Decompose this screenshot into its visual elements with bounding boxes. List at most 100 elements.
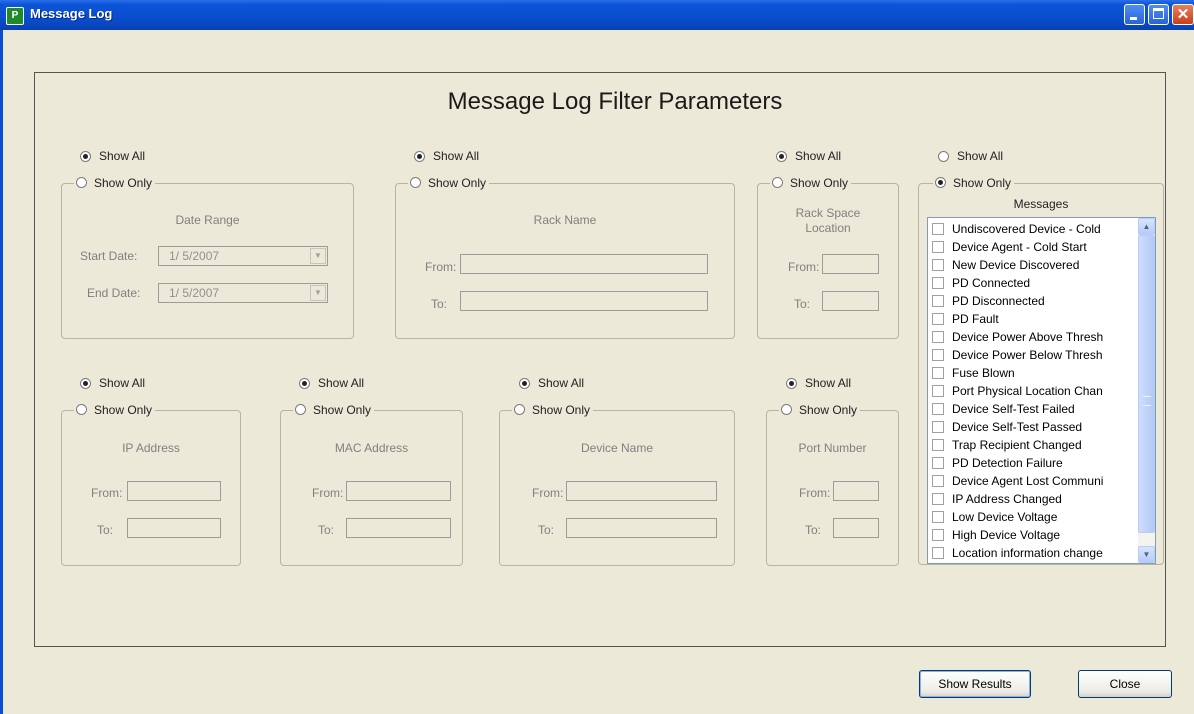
ip-show-only-radio[interactable] — [76, 404, 87, 415]
ip-address-title: IP Address — [122, 441, 180, 455]
rack-name-show-only-option[interactable]: Show Only — [408, 176, 490, 192]
port-from-input[interactable] — [833, 481, 879, 501]
checkbox[interactable] — [932, 421, 944, 433]
messages-show-all-radio[interactable] — [938, 151, 949, 162]
messages-show-only-option[interactable]: Show Only — [933, 176, 1015, 192]
list-item[interactable]: Port Physical Location Chan — [932, 382, 1138, 400]
rack-name-to-input[interactable] — [460, 291, 708, 311]
rack-space-to-input[interactable] — [822, 291, 879, 311]
list-item[interactable]: Fuse Blown — [932, 364, 1138, 382]
messages-checklist[interactable]: Undiscovered Device - Cold Device Agent -… — [927, 217, 1156, 564]
list-item[interactable]: New Device Discovered — [932, 256, 1138, 274]
checkbox[interactable] — [932, 331, 944, 343]
list-item[interactable]: PD Connected — [932, 274, 1138, 292]
mac-show-all-label: Show All — [318, 376, 365, 390]
checkbox[interactable] — [932, 367, 944, 379]
mac-show-only-option[interactable]: Show Only — [293, 403, 375, 419]
rack-space-show-only-radio[interactable] — [772, 177, 783, 188]
title-bar[interactable]: P Message Log ✕ — [0, 0, 1194, 30]
checkbox[interactable] — [932, 475, 944, 487]
list-item[interactable]: PD Detection Failure — [932, 454, 1138, 472]
ip-show-all-radio[interactable] — [80, 378, 91, 389]
checkbox[interactable] — [932, 529, 944, 541]
rack-space-show-all-radio[interactable] — [776, 151, 787, 162]
device-name-from-input[interactable] — [566, 481, 717, 501]
checkbox[interactable] — [932, 277, 944, 289]
mac-show-only-radio[interactable] — [295, 404, 306, 415]
close-window-button[interactable]: ✕ — [1172, 4, 1194, 25]
rack-space-show-only-option[interactable]: Show Only — [770, 176, 852, 192]
date-show-only-option[interactable]: Show Only — [74, 176, 156, 192]
list-item[interactable]: Device Self-Test Passed — [932, 418, 1138, 436]
port-show-only-radio[interactable] — [781, 404, 792, 415]
checkbox[interactable] — [932, 313, 944, 325]
list-item[interactable]: Device Power Below Thresh — [932, 346, 1138, 364]
checkbox[interactable] — [932, 259, 944, 271]
checkbox[interactable] — [932, 547, 944, 559]
start-date-label: Start Date: — [80, 249, 138, 263]
list-item[interactable]: Undiscovered Device - Cold — [932, 220, 1138, 238]
port-show-only-option[interactable]: Show Only — [779, 403, 861, 419]
messages-scrollbar[interactable]: ▲ ▼ — [1138, 218, 1155, 563]
list-item-label: Port Physical Location Chan — [952, 384, 1103, 398]
end-date-picker[interactable]: 1/ 5/2007 ▼ — [158, 283, 328, 303]
messages-show-only-radio[interactable] — [935, 177, 946, 188]
rack-space-from-input[interactable] — [822, 254, 879, 274]
list-item[interactable]: Location information change — [932, 544, 1138, 562]
start-date-picker[interactable]: 1/ 5/2007 ▼ — [158, 246, 328, 266]
checkbox[interactable] — [932, 511, 944, 523]
checkbox[interactable] — [932, 439, 944, 451]
device-name-show-all-radio[interactable] — [519, 378, 530, 389]
scroll-up-icon[interactable]: ▲ — [1138, 218, 1155, 235]
checkbox[interactable] — [932, 241, 944, 253]
device-name-to-input[interactable] — [566, 518, 717, 538]
date-show-all-radio[interactable] — [80, 151, 91, 162]
ip-from-input[interactable] — [127, 481, 221, 501]
list-item-label: Location information change — [952, 546, 1103, 560]
device-name-show-only-option[interactable]: Show Only — [512, 403, 594, 419]
list-item[interactable]: PD Fault — [932, 310, 1138, 328]
close-button[interactable]: Close — [1078, 670, 1172, 698]
maximize-button[interactable] — [1148, 4, 1169, 25]
checkbox[interactable] — [932, 493, 944, 505]
rack-name-from-input[interactable] — [460, 254, 708, 274]
chevron-down-icon[interactable]: ▼ — [310, 285, 326, 301]
list-item[interactable]: Device Self-Test Failed — [932, 400, 1138, 418]
date-show-only-radio[interactable] — [76, 177, 87, 188]
mac-from-label: From: — [312, 486, 344, 500]
list-item[interactable]: PD Disconnected — [932, 292, 1138, 310]
minimize-button[interactable] — [1124, 4, 1145, 25]
scrollbar-thumb[interactable] — [1138, 235, 1155, 533]
list-item[interactable]: Device Agent Lost Communi — [932, 472, 1138, 490]
grip-icon — [1143, 396, 1151, 406]
device-name-show-only-radio[interactable] — [514, 404, 525, 415]
port-show-all-radio[interactable] — [786, 378, 797, 389]
rack-name-show-all-radio[interactable] — [414, 151, 425, 162]
checkbox[interactable] — [932, 385, 944, 397]
list-item-label: PD Fault — [952, 312, 999, 326]
checkbox[interactable] — [932, 403, 944, 415]
device-name-show-all-label: Show All — [538, 376, 585, 390]
list-item-label: New Device Discovered — [952, 258, 1080, 272]
mac-from-input[interactable] — [346, 481, 451, 501]
ip-to-input[interactable] — [127, 518, 221, 538]
list-item[interactable]: Trap Recipient Changed — [932, 436, 1138, 454]
list-item[interactable]: High Device Voltage — [932, 526, 1138, 544]
chevron-down-icon[interactable]: ▼ — [310, 248, 326, 264]
rack-name-show-only-radio[interactable] — [410, 177, 421, 188]
checkbox[interactable] — [932, 223, 944, 235]
list-item[interactable]: Low Device Voltage — [932, 508, 1138, 526]
scroll-down-icon[interactable]: ▼ — [1138, 546, 1155, 563]
list-item[interactable]: Device Power Above Thresh — [932, 328, 1138, 346]
mac-show-all-radio[interactable] — [299, 378, 310, 389]
port-to-input[interactable] — [833, 518, 879, 538]
checkbox[interactable] — [932, 457, 944, 469]
mac-to-input[interactable] — [346, 518, 451, 538]
ip-show-only-option[interactable]: Show Only — [74, 403, 156, 419]
checkbox[interactable] — [932, 295, 944, 307]
list-item[interactable]: Device Agent - Cold Start — [932, 238, 1138, 256]
checkbox[interactable] — [932, 349, 944, 361]
port-show-all-label: Show All — [805, 376, 852, 390]
show-results-button[interactable]: Show Results — [919, 670, 1031, 698]
list-item[interactable]: IP Address Changed — [932, 490, 1138, 508]
